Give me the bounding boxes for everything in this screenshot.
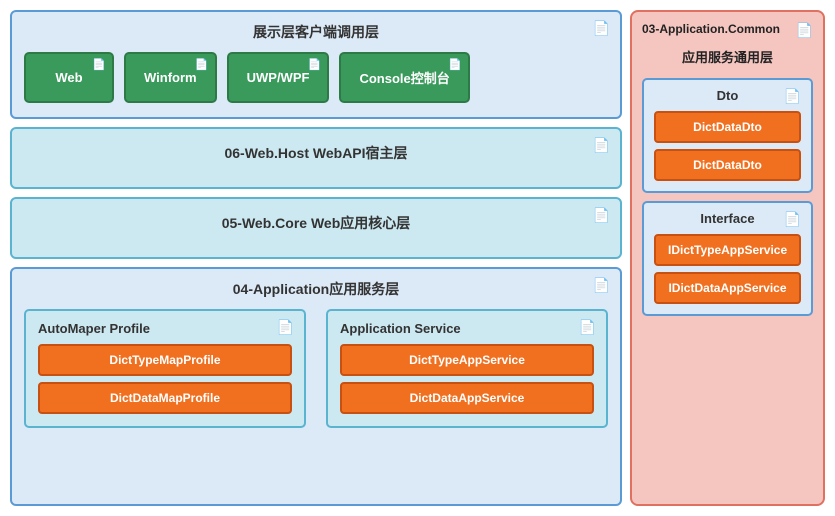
web-icon: 📄 bbox=[92, 58, 106, 71]
interface-icon: 📄 bbox=[784, 211, 801, 228]
uwp-label: UWP/WPF bbox=[247, 70, 310, 85]
presentation-items: Web 📄 Winform 📄 UWP/WPF 📄 Console控制台 📄 bbox=[24, 52, 608, 103]
app-service-subbox-icon: 📄 bbox=[579, 319, 596, 336]
console-icon: 📄 bbox=[448, 58, 462, 71]
web-core-icon: 📄 bbox=[593, 207, 610, 224]
automaper-subbox: 📄 AutoMaper Profile DictTypeMapProfile D… bbox=[24, 309, 306, 428]
right-panel-title-top: 03-Application.Common bbox=[642, 22, 780, 36]
app-service-layer-icon: 📄 bbox=[593, 277, 610, 294]
app-service-subbox-title: Application Service bbox=[340, 321, 594, 336]
interface-subbox: 📄 Interface IDictTypeAppService IDictDat… bbox=[642, 201, 813, 316]
app-service-layer: 📄 04-Application应用服务层 📄 AutoMaper Profil… bbox=[10, 267, 622, 506]
dict-data-map-profile-btn[interactable]: DictDataMapProfile bbox=[38, 382, 292, 414]
right-panel: 03-Application.Common 📄 应用服务通用层 📄 Dto Di… bbox=[630, 10, 825, 506]
console-label: Console控制台 bbox=[359, 68, 449, 87]
dict-data-dto-btn-2[interactable]: DictDataDto bbox=[654, 149, 801, 181]
left-panel: 📄 展示层客户端调用层 Web 📄 Winform 📄 UWP/WPF 📄 Co… bbox=[10, 10, 622, 506]
interface-title: Interface bbox=[654, 211, 801, 226]
api-host-layer: 📄 06-Web.Host WebAPI宿主层 bbox=[10, 127, 622, 189]
web-core-title: 05-Web.Core Web应用核心层 bbox=[222, 213, 411, 233]
web-box: Web 📄 bbox=[24, 52, 114, 103]
api-host-icon: 📄 bbox=[593, 137, 610, 154]
automaper-icon: 📄 bbox=[277, 319, 294, 336]
automaper-title: AutoMaper Profile bbox=[38, 321, 292, 336]
app-service-subbox: 📄 Application Service DictTypeAppService… bbox=[326, 309, 608, 428]
console-box: Console控制台 📄 bbox=[339, 52, 469, 103]
presentation-layer: 📄 展示层客户端调用层 Web 📄 Winform 📄 UWP/WPF 📄 Co… bbox=[10, 10, 622, 119]
main-container: 📄 展示层客户端调用层 Web 📄 Winform 📄 UWP/WPF 📄 Co… bbox=[0, 0, 835, 516]
dict-data-app-service-btn[interactable]: DictDataAppService bbox=[340, 382, 594, 414]
idict-data-app-service-btn[interactable]: IDictDataAppService bbox=[654, 272, 801, 304]
api-host-title: 06-Web.Host WebAPI宿主层 bbox=[224, 143, 407, 163]
winform-box: Winform 📄 bbox=[124, 52, 217, 103]
uwp-box: UWP/WPF 📄 bbox=[227, 52, 330, 103]
presentation-layer-title: 展示层客户端调用层 bbox=[24, 22, 608, 42]
right-panel-doc-icon: 📄 bbox=[796, 22, 813, 39]
right-panel-header: 03-Application.Common 📄 bbox=[642, 22, 813, 39]
idict-type-app-service-btn[interactable]: IDictTypeAppService bbox=[654, 234, 801, 266]
right-panel-title-bottom: 应用服务通用层 bbox=[642, 47, 813, 66]
web-core-layer: 📄 05-Web.Core Web应用核心层 bbox=[10, 197, 622, 259]
app-service-inner: 📄 AutoMaper Profile DictTypeMapProfile D… bbox=[24, 309, 608, 428]
web-label: Web bbox=[55, 70, 82, 85]
dto-subbox: 📄 Dto DictDataDto DictDataDto bbox=[642, 78, 813, 193]
dto-icon: 📄 bbox=[784, 88, 801, 105]
dict-type-map-profile-btn[interactable]: DictTypeMapProfile bbox=[38, 344, 292, 376]
dto-title: Dto bbox=[654, 88, 801, 103]
presentation-layer-icon: 📄 bbox=[593, 20, 610, 37]
winform-label: Winform bbox=[144, 70, 197, 85]
dict-data-dto-btn-1[interactable]: DictDataDto bbox=[654, 111, 801, 143]
dict-type-app-service-btn[interactable]: DictTypeAppService bbox=[340, 344, 594, 376]
app-service-layer-title: 04-Application应用服务层 bbox=[24, 279, 608, 299]
winform-icon: 📄 bbox=[195, 58, 209, 71]
uwp-icon: 📄 bbox=[308, 58, 322, 71]
